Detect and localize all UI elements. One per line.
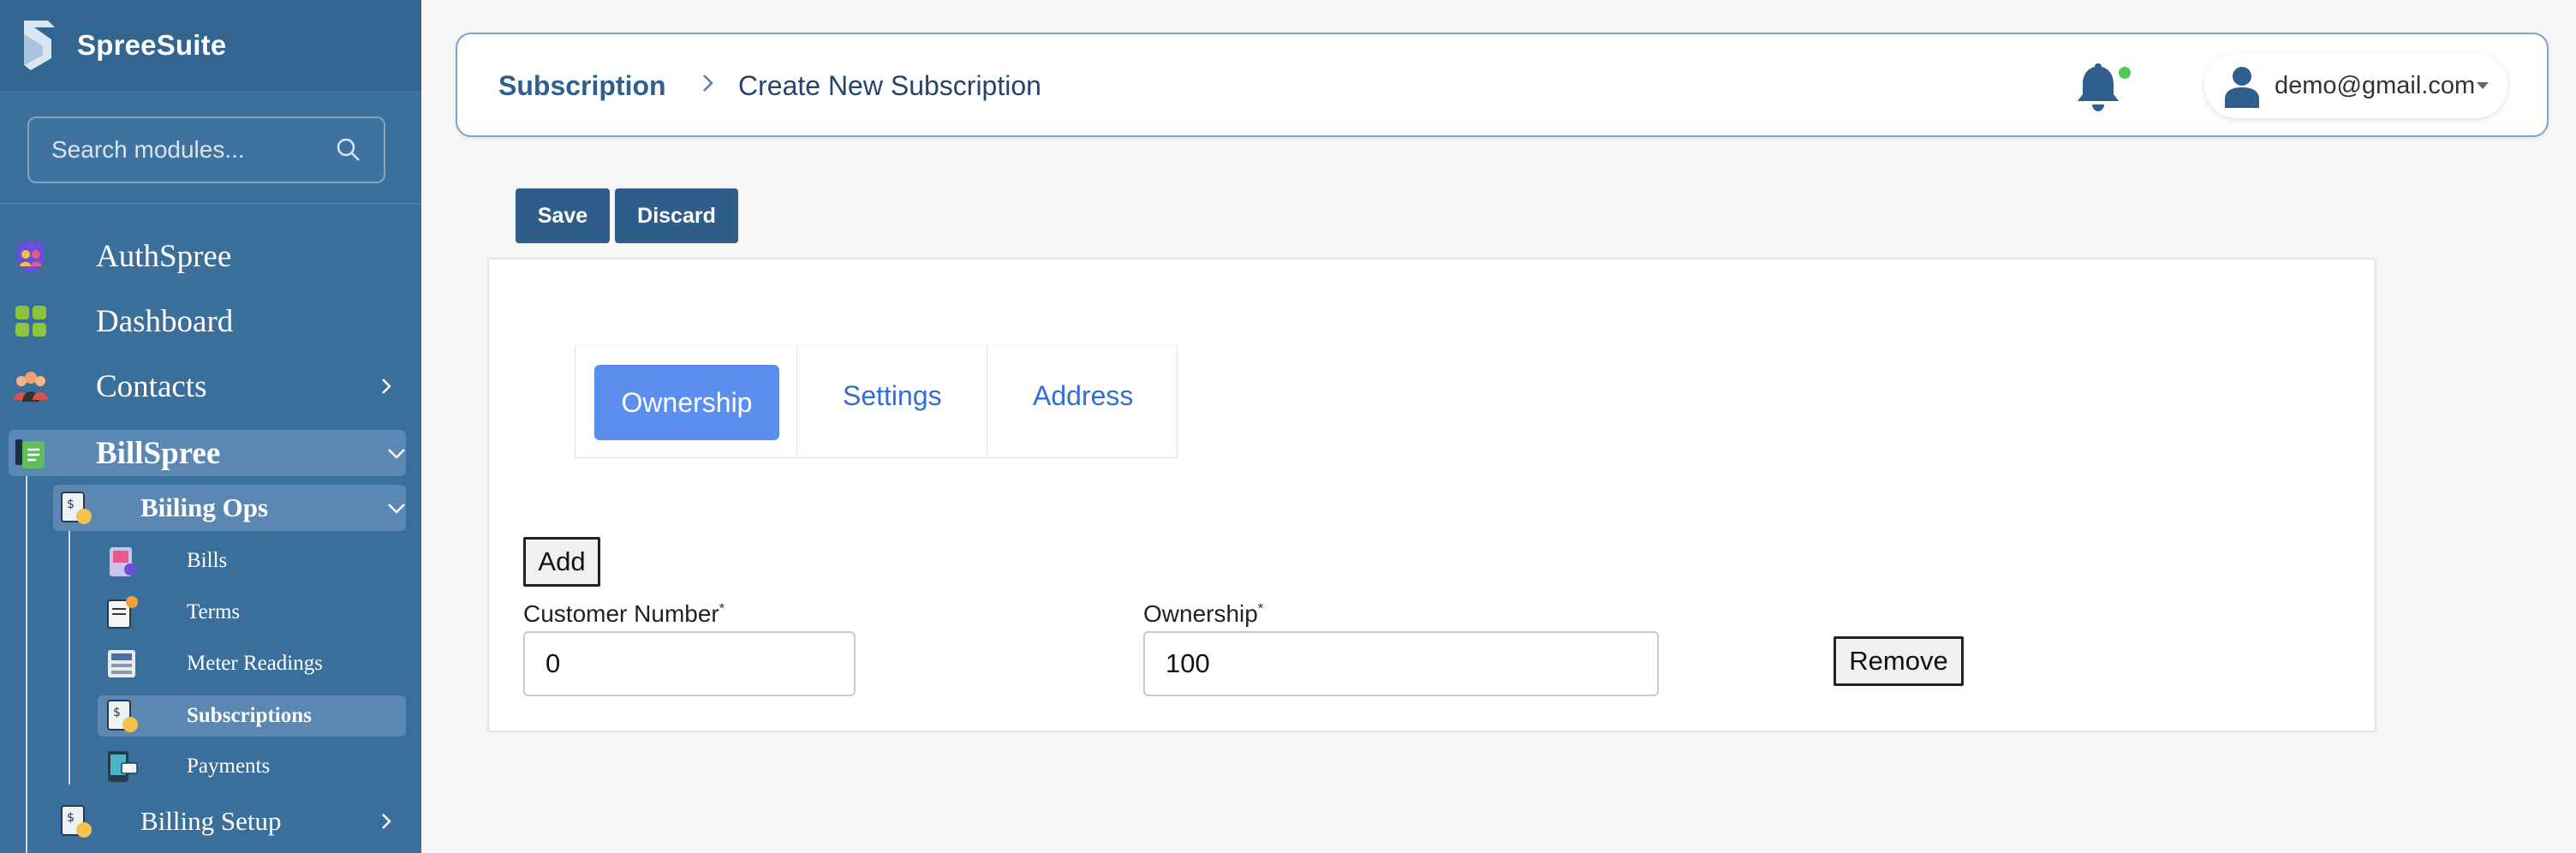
customer-number-field[interactable]: 0 xyxy=(523,631,856,696)
svg-text:$: $ xyxy=(113,706,121,719)
sidebar-item-label: Meter Readings xyxy=(187,652,323,675)
sidebar-item-payments[interactable]: Payments xyxy=(0,747,421,786)
bills-icon xyxy=(110,547,136,576)
sidebar-item-label: Subscriptions xyxy=(187,704,312,727)
user-email: demo@gmail.com xyxy=(2275,72,2476,99)
dashboard-grid-icon xyxy=(15,306,46,337)
sidebar-item-label: Billing Setup xyxy=(140,806,282,836)
payments-icon xyxy=(108,751,138,782)
chevron-right-icon[interactable] xyxy=(377,812,396,831)
tab-bar: Ownership Settings Address xyxy=(575,345,1178,458)
customer-number-label: Customer Number* xyxy=(523,600,724,628)
sidebar-item-label: Bills xyxy=(187,549,228,572)
subscription-form-card: Ownership Settings Address Add Customer … xyxy=(488,259,2376,731)
customer-number-label-text: Customer Number xyxy=(523,600,719,627)
chevron-right-icon[interactable] xyxy=(377,377,396,396)
save-button[interactable]: Save xyxy=(516,188,610,243)
top-bar: Subscription Create New Subscription dem… xyxy=(456,33,2549,137)
brand-name: SpreeSuite xyxy=(77,29,227,61)
svg-text:$: $ xyxy=(67,498,75,511)
ownership-label: Ownership* xyxy=(1143,600,1263,628)
spreesuite-logo-icon[interactable] xyxy=(19,17,60,74)
sidebar-item-subscriptions[interactable]: $ Subscriptions xyxy=(0,695,421,737)
tab-settings[interactable]: Settings xyxy=(843,380,942,412)
tab-ownership[interactable]: Ownership xyxy=(594,365,779,440)
sidebar: SpreeSuite AuthSpree Dash xyxy=(0,0,421,853)
sidebar-header: SpreeSuite xyxy=(0,0,421,91)
user-menu[interactable]: demo@gmail.com xyxy=(2204,53,2507,118)
sidebar-item-bills[interactable]: Bills xyxy=(0,541,421,581)
sidebar-item-label: AuthSpree xyxy=(96,238,232,274)
notification-dot xyxy=(2119,67,2131,79)
sidebar-item-label: Dashboard xyxy=(96,303,234,339)
meter-icon xyxy=(108,650,135,677)
chevron-right-icon xyxy=(703,75,713,92)
sidebar-item-billing-ops[interactable]: $ Biiling Ops xyxy=(0,486,421,529)
billing-setup-icon: $ xyxy=(61,805,92,838)
required-marker: * xyxy=(1257,601,1264,617)
breadcrumb-subscription[interactable]: Subscription xyxy=(498,70,666,102)
module-search-box[interactable] xyxy=(27,116,385,183)
breadcrumb-create-subscription: Create New Subscription xyxy=(738,70,1041,101)
sidebar-item-label: Biiling Ops xyxy=(140,492,269,522)
tab-divider xyxy=(796,346,797,457)
bill-document-icon xyxy=(15,439,45,468)
module-search-input[interactable] xyxy=(51,136,325,164)
sidebar-item-label: Payments xyxy=(187,755,271,778)
bell-icon[interactable] xyxy=(2072,60,2124,113)
user-avatar-icon xyxy=(2225,67,2259,108)
remove-button[interactable]: Remove xyxy=(1834,636,1964,686)
sidebar-item-meter-readings[interactable]: Meter Readings xyxy=(0,644,421,683)
discard-button[interactable]: Discard xyxy=(615,188,738,243)
sidebar-item-label: Terms xyxy=(187,600,241,623)
sidebar-item-dashboard[interactable]: Dashboard xyxy=(0,300,421,343)
svg-text:$: $ xyxy=(67,811,75,825)
subscriptions-icon: $ xyxy=(107,700,138,732)
shield-users-icon xyxy=(17,240,45,273)
sidebar-item-terms[interactable]: Terms xyxy=(0,593,421,632)
terms-icon xyxy=(107,596,138,629)
chevron-down-icon[interactable] xyxy=(387,444,406,462)
chevron-down-icon[interactable] xyxy=(387,498,406,517)
required-marker: * xyxy=(719,601,724,617)
people-group-icon xyxy=(14,372,48,402)
ownership-field[interactable]: 100 xyxy=(1143,631,1659,696)
add-button[interactable]: Add xyxy=(523,537,600,587)
sidebar-item-billing-setup[interactable]: $ Billing Setup xyxy=(0,800,421,843)
ownership-label-text: Ownership xyxy=(1143,600,1258,627)
billing-ops-icon: $ xyxy=(61,492,92,524)
sidebar-search-area xyxy=(0,91,421,204)
search-icon[interactable] xyxy=(336,137,361,163)
sidebar-item-billspree[interactable]: BillSpree xyxy=(0,432,421,474)
tab-address[interactable]: Address xyxy=(1033,380,1133,412)
sidebar-item-label: Contacts xyxy=(96,368,207,404)
sidebar-item-label: BillSpree xyxy=(96,435,221,471)
sidebar-item-contacts[interactable]: Contacts xyxy=(0,365,421,408)
sidebar-item-authspree[interactable]: AuthSpree xyxy=(0,235,421,277)
caret-down-icon xyxy=(2477,82,2489,89)
